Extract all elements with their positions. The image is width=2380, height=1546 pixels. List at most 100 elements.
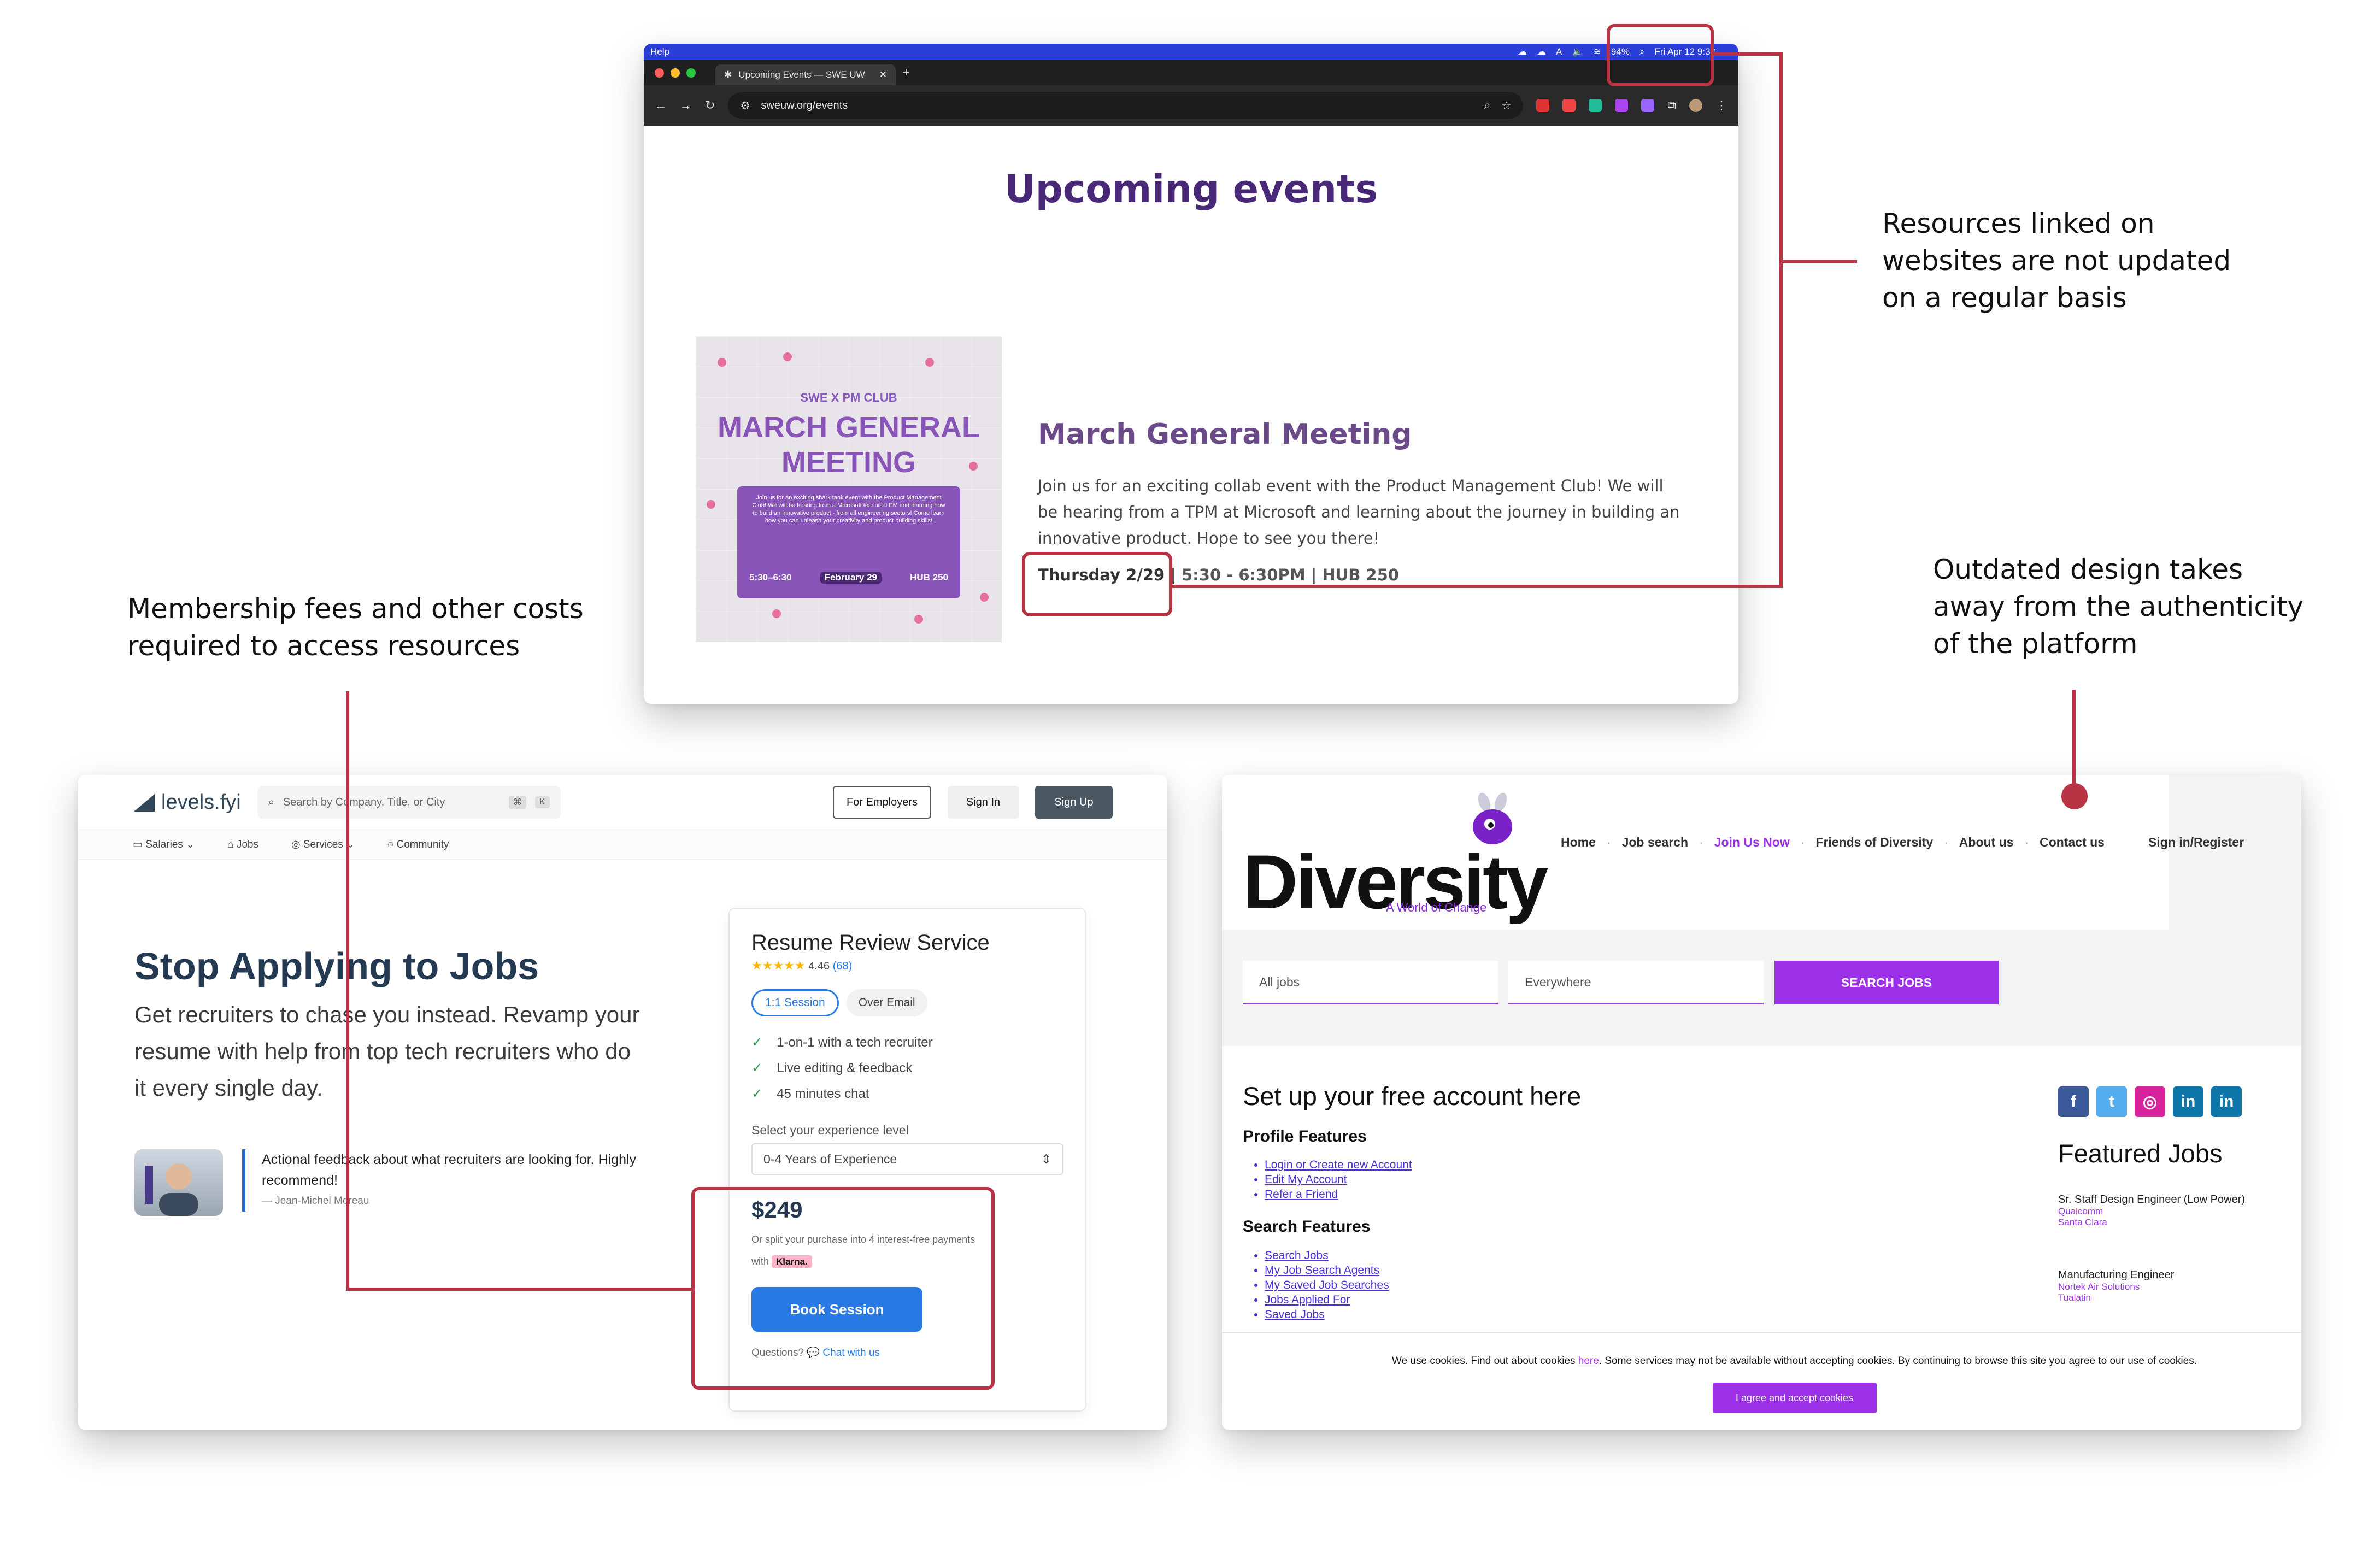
rating-stars-icon: ★★★★★ xyxy=(751,959,806,972)
minimize-window-icon[interactable] xyxy=(671,68,680,78)
event-poster[interactable]: SWE X PM CLUB MARCH GENERAL MEETING Join… xyxy=(696,336,1002,642)
testimonial-avatar xyxy=(134,1149,223,1216)
cloud-icon[interactable]: ☁ xyxy=(1518,46,1527,57)
toggle-1on1[interactable]: 1:1 Session xyxy=(751,989,839,1016)
extension-icon[interactable] xyxy=(1589,99,1602,112)
adblock-icon[interactable] xyxy=(1562,99,1576,112)
poster-club: SWE X PM CLUB xyxy=(800,391,897,404)
nav-friends[interactable]: Friends of Diversity xyxy=(1815,835,1933,850)
input-source-icon[interactable]: A xyxy=(1556,46,1562,57)
select-arrows-icon: ⇕ xyxy=(1041,1151,1051,1166)
volume-icon[interactable]: 🔈 xyxy=(1572,46,1584,57)
back-icon[interactable]: ← xyxy=(655,98,667,113)
link-search-jobs[interactable]: Search Jobs xyxy=(1265,1248,1389,1263)
extension-icon[interactable] xyxy=(1641,99,1655,112)
address-bar[interactable]: ⚙ sweuw.org/events ⌕ ☆ xyxy=(728,92,1524,119)
cookie-here-link[interactable]: here xyxy=(1578,1355,1599,1367)
accept-cookies-button[interactable]: I agree and accept cookies xyxy=(1712,1383,1877,1413)
job-title[interactable]: Sr. Staff Design Engineer (Low Power) xyxy=(2058,1193,2255,1206)
link-edit-account[interactable]: Edit My Account xyxy=(1265,1172,1412,1187)
check-icon: ✓ xyxy=(751,1035,763,1050)
menu-dots-icon[interactable]: ⋮ xyxy=(1715,98,1727,113)
for-employers-button[interactable]: For Employers xyxy=(833,786,931,819)
search-placeholder: Search by Company, Title, or City xyxy=(283,796,445,808)
jobs-input[interactable]: All jobs xyxy=(1243,961,1498,1004)
facebook-icon[interactable]: f xyxy=(2058,1086,2089,1117)
review-count[interactable]: (68) xyxy=(833,960,853,972)
nav-job-search[interactable]: Job search xyxy=(1622,835,1688,850)
menubar-app-label[interactable]: Help xyxy=(650,46,669,57)
zoom-window-icon[interactable] xyxy=(686,68,696,78)
job-city[interactable]: Santa Clara xyxy=(2058,1217,2255,1228)
job-company[interactable]: Qualcomm xyxy=(2058,1206,2255,1217)
nav-contact[interactable]: Contact us xyxy=(2040,835,2105,850)
close-tab-icon[interactable]: ✕ xyxy=(879,69,887,80)
hero-headline: Stop Applying to Jobs xyxy=(134,945,539,987)
toggle-over-email[interactable]: Over Email xyxy=(846,989,927,1016)
feature-item: ✓ 45 minutes chat xyxy=(751,1086,869,1101)
featured-job[interactable]: Sr. Staff Design Engineer (Low Power) Qu… xyxy=(2058,1193,2255,1228)
cloud-icon[interactable]: ☁ xyxy=(1537,46,1546,57)
link-saved-searches[interactable]: My Saved Job Searches xyxy=(1265,1278,1389,1292)
link-login[interactable]: Login or Create new Account xyxy=(1265,1157,1412,1172)
location-input[interactable]: Everywhere xyxy=(1508,961,1764,1004)
subnav-services[interactable]: ◎ Services ⌄ xyxy=(291,838,355,851)
event-description: Join us for an exciting collab event wit… xyxy=(1038,477,1680,548)
nav-signin-register[interactable]: Sign in/Register xyxy=(2148,835,2244,850)
mac-menubar: Help ☁ ☁ A 🔈 ≋ 94% ⌕ Fri Apr 12 9:33 xyxy=(644,44,1738,60)
link-jobs-applied[interactable]: Jobs Applied For xyxy=(1265,1292,1389,1307)
close-window-icon[interactable] xyxy=(655,68,664,78)
site-settings-icon[interactable]: ⚙ xyxy=(740,99,750,113)
address-row: ← → ↻ ⚙ sweuw.org/events ⌕ ☆ ⧉ ⋮ xyxy=(644,85,1738,126)
linkedin-icon[interactable]: in xyxy=(2173,1086,2203,1117)
job-title[interactable]: Manufacturing Engineer xyxy=(2058,1268,2255,1282)
levels-logo[interactable]: levels.fyi xyxy=(133,791,241,814)
zoom-icon[interactable]: ⌕ xyxy=(1484,99,1490,112)
subnav-salaries[interactable]: ▭ Salaries ⌄ xyxy=(133,838,195,851)
sign-up-button[interactable]: Sign Up xyxy=(1035,786,1113,819)
linkedin-icon[interactable]: in xyxy=(2211,1086,2242,1117)
extension-icon[interactable] xyxy=(1615,99,1629,112)
poster-blurb: Join us for an exciting shark tank event… xyxy=(752,495,945,524)
tab-bar: ✱ Upcoming Events — SWE UW ✕ + xyxy=(644,60,1738,85)
search-links: Search Jobs My Job Search Agents My Save… xyxy=(1265,1248,1389,1322)
link-search-agents[interactable]: My Job Search Agents xyxy=(1265,1263,1389,1278)
job-company[interactable]: Nortek Air Solutions xyxy=(2058,1282,2255,1292)
url-text: sweuw.org/events xyxy=(761,99,848,111)
profile-links: Login or Create new Account Edit My Acco… xyxy=(1265,1157,1412,1202)
forward-icon[interactable]: → xyxy=(680,98,692,113)
extension-icon[interactable] xyxy=(1536,99,1550,112)
bookmark-star-icon[interactable]: ☆ xyxy=(1501,99,1511,113)
browser-tab[interactable]: ✱ Upcoming Events — SWE UW ✕ xyxy=(715,64,896,85)
new-tab-icon[interactable]: + xyxy=(902,65,910,80)
subnav-community[interactable]: ◌ Community xyxy=(387,839,449,851)
nav-join-us-now[interactable]: Join Us Now xyxy=(1714,835,1790,850)
instagram-icon[interactable]: ◎ xyxy=(2135,1086,2165,1117)
search-input[interactable]: ⌕ Search by Company, Title, or City ⌘ K xyxy=(257,786,561,819)
puzzle-icon[interactable]: ⧉ xyxy=(1667,98,1676,113)
reload-icon[interactable]: ↻ xyxy=(705,98,715,113)
experience-select[interactable]: 0-4 Years of Experience ⇕ xyxy=(751,1143,1063,1175)
featured-job[interactable]: Manufacturing Engineer Nortek Air Soluti… xyxy=(2058,1268,2255,1303)
shortcut-key: K xyxy=(535,796,550,808)
nav-home[interactable]: Home xyxy=(1561,835,1596,850)
link-saved-jobs[interactable]: Saved Jobs xyxy=(1265,1307,1389,1322)
subnav-jobs[interactable]: ⌂ Jobs xyxy=(227,839,258,851)
diversity-nav: Home · Job search · Join Us Now · Friends o… xyxy=(1561,835,2244,850)
shortcut-key: ⌘ xyxy=(509,796,527,809)
profile-avatar[interactable] xyxy=(1689,99,1702,112)
job-city[interactable]: Tualatin xyxy=(2058,1292,2255,1303)
annotation-fees: Membership fees and other costs required … xyxy=(127,593,584,662)
experience-label: Select your experience level xyxy=(751,1123,909,1137)
search-jobs-button[interactable]: SEARCH JOBS xyxy=(1774,961,1999,1004)
link-refer-friend[interactable]: Refer a Friend xyxy=(1265,1187,1412,1202)
feature-item: ✓ 1-on-1 with a tech recruiter xyxy=(751,1035,933,1050)
event-title[interactable]: March General Meeting xyxy=(1038,418,1412,451)
sign-in-button[interactable]: Sign In xyxy=(948,786,1019,819)
twitter-icon[interactable]: t xyxy=(2096,1086,2127,1117)
poster-title: MARCH GENERAL MEETING xyxy=(696,410,1002,480)
connector-line xyxy=(1714,52,1783,56)
testimonial: Actional feedback about what recruiters … xyxy=(242,1149,644,1212)
wifi-icon[interactable]: ≋ xyxy=(1594,46,1601,57)
nav-about[interactable]: About us xyxy=(1959,835,2014,850)
